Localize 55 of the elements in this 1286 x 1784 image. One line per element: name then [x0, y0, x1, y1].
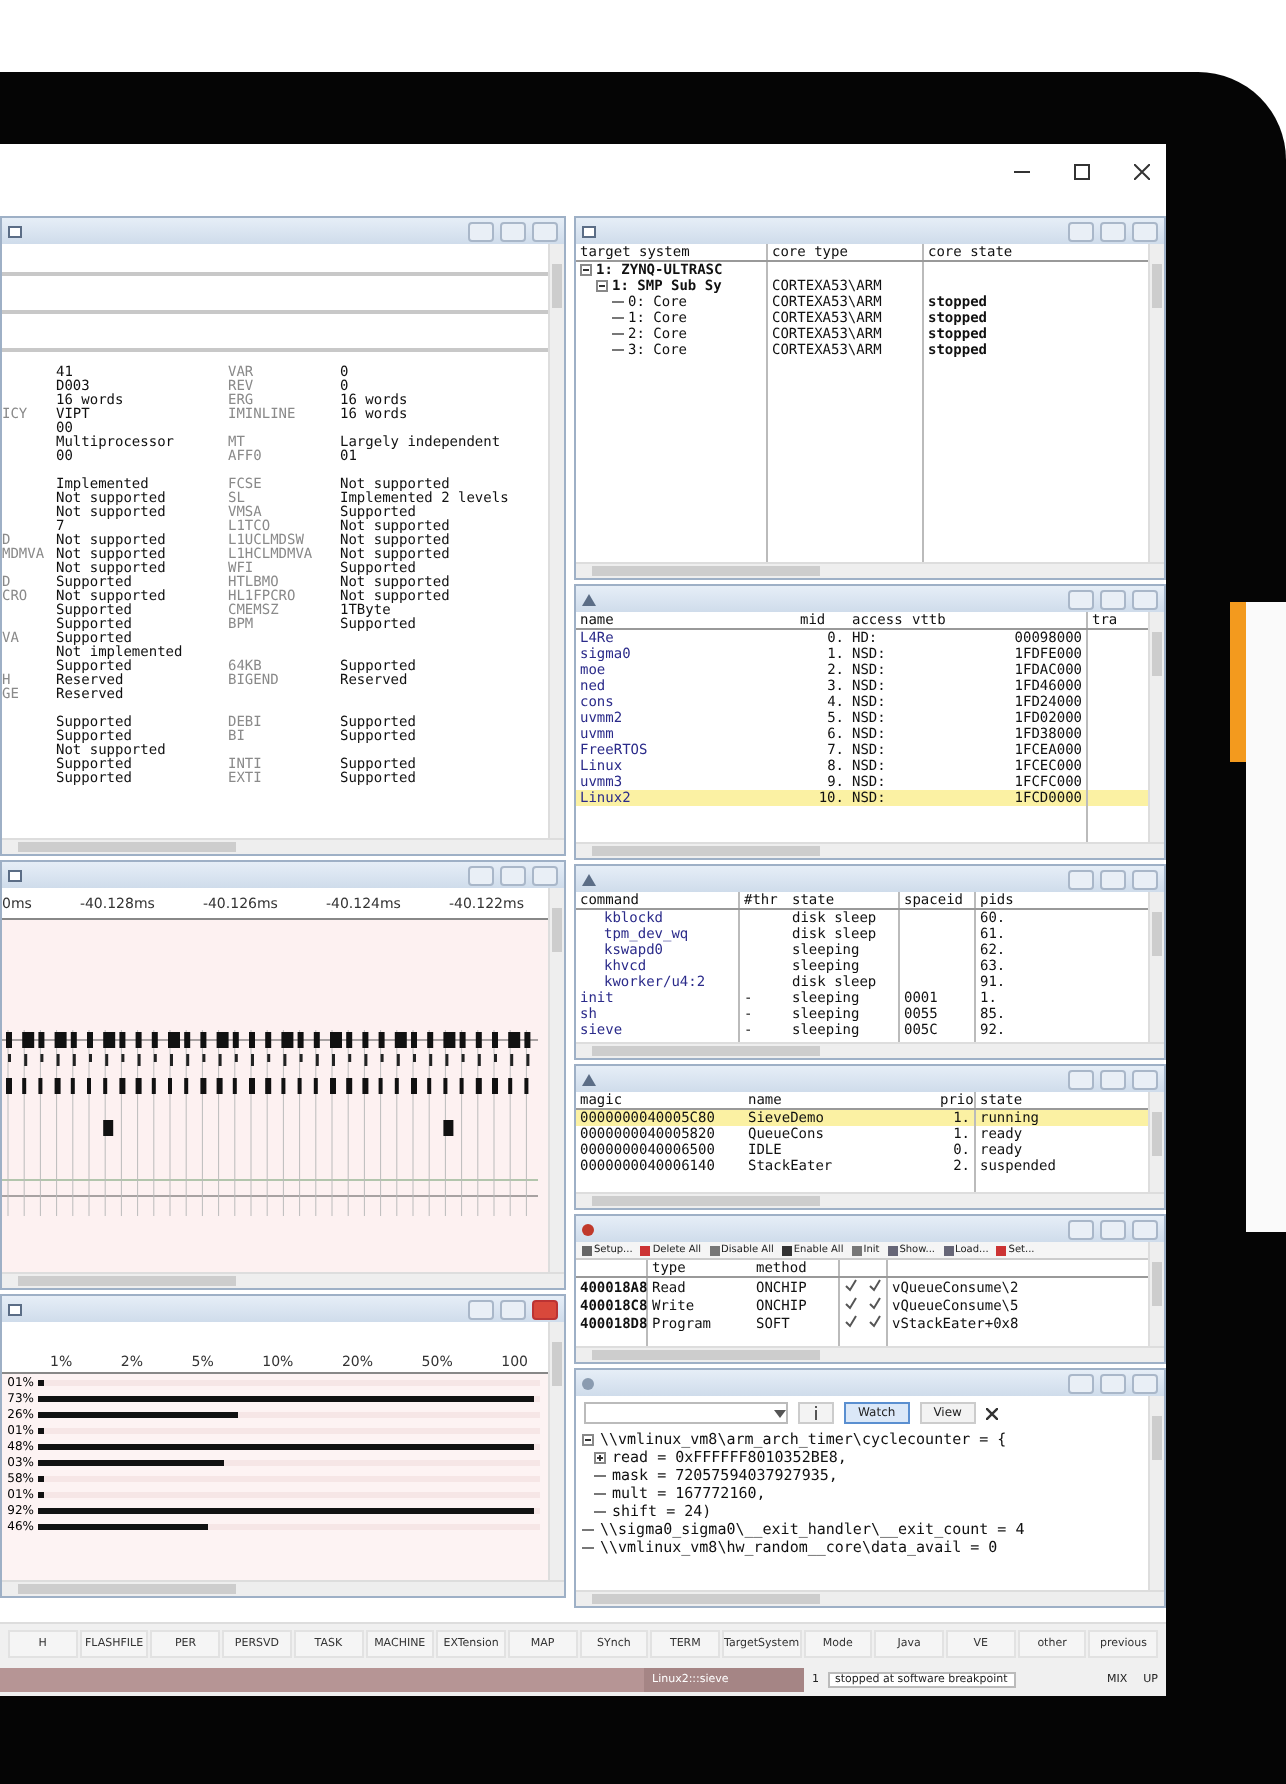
window-icon — [582, 225, 596, 237]
toolbar-icon — [943, 1245, 954, 1255]
toolbar-icon — [709, 1245, 720, 1255]
toolbar-icon — [996, 1245, 1007, 1255]
vertical-scrollbar[interactable] — [1148, 892, 1164, 1042]
tree-line-icon — [612, 344, 624, 356]
tree-line-icon — [594, 1487, 606, 1499]
toolbar-icon — [582, 1245, 592, 1255]
vertical-scrollbar[interactable] — [1148, 1396, 1164, 1590]
toolbar-icon — [640, 1245, 651, 1255]
toolbar-icon — [851, 1245, 862, 1255]
close-icon[interactable] — [985, 1407, 998, 1419]
horizontal-scrollbar[interactable] — [576, 1346, 1164, 1362]
info-button[interactable] — [798, 1402, 834, 1424]
horizontal-scrollbar[interactable] — [576, 562, 1164, 578]
expand-icon[interactable] — [594, 1451, 606, 1463]
tree-line-icon — [612, 296, 624, 308]
toolbar-icon — [781, 1245, 792, 1255]
tree-line-icon — [582, 1523, 594, 1535]
triangle-icon — [582, 1073, 596, 1085]
triangle-icon — [582, 873, 596, 885]
dot-icon — [582, 1223, 594, 1235]
horizontal-scrollbar[interactable] — [576, 1042, 1164, 1058]
triangle-icon — [582, 593, 596, 605]
window-icon — [8, 869, 22, 881]
expression-field[interactable] — [584, 1402, 788, 1424]
tree-line-icon — [582, 1541, 594, 1553]
horizontal-scrollbar[interactable] — [576, 1192, 1164, 1208]
horizontal-scrollbar[interactable] — [2, 838, 564, 854]
tree-line-icon — [594, 1505, 606, 1517]
vertical-scrollbar[interactable] — [548, 888, 564, 1272]
vertical-scrollbar[interactable] — [548, 244, 564, 838]
horizontal-scrollbar[interactable] — [576, 1590, 1164, 1606]
close-button[interactable] — [1134, 164, 1150, 180]
tree-line-icon — [612, 312, 624, 324]
vertical-scrollbar[interactable] — [548, 1322, 564, 1580]
collapse-icon[interactable] — [582, 1433, 594, 1445]
horizontal-scrollbar[interactable] — [2, 1580, 564, 1596]
horizontal-scrollbar[interactable] — [576, 842, 1164, 858]
vertical-scrollbar[interactable] — [1148, 612, 1164, 842]
toolbar-icon — [887, 1245, 898, 1255]
vertical-scrollbar[interactable] — [1148, 1092, 1164, 1192]
maximize-button[interactable] — [1074, 164, 1090, 180]
vertical-scrollbar[interactable] — [1148, 244, 1164, 562]
info-icon — [812, 1406, 820, 1420]
collapse-icon[interactable] — [580, 264, 592, 276]
collapse-icon[interactable] — [596, 280, 608, 292]
window-icon — [8, 1303, 22, 1315]
tree-line-icon — [612, 328, 624, 340]
vertical-scrollbar[interactable] — [1148, 1242, 1164, 1346]
window-icon — [8, 225, 22, 237]
horizontal-scrollbar[interactable] — [2, 1272, 564, 1288]
dot-icon — [582, 1377, 594, 1389]
chevron-down-icon[interactable] — [774, 1409, 786, 1417]
tree-line-icon — [594, 1469, 606, 1481]
